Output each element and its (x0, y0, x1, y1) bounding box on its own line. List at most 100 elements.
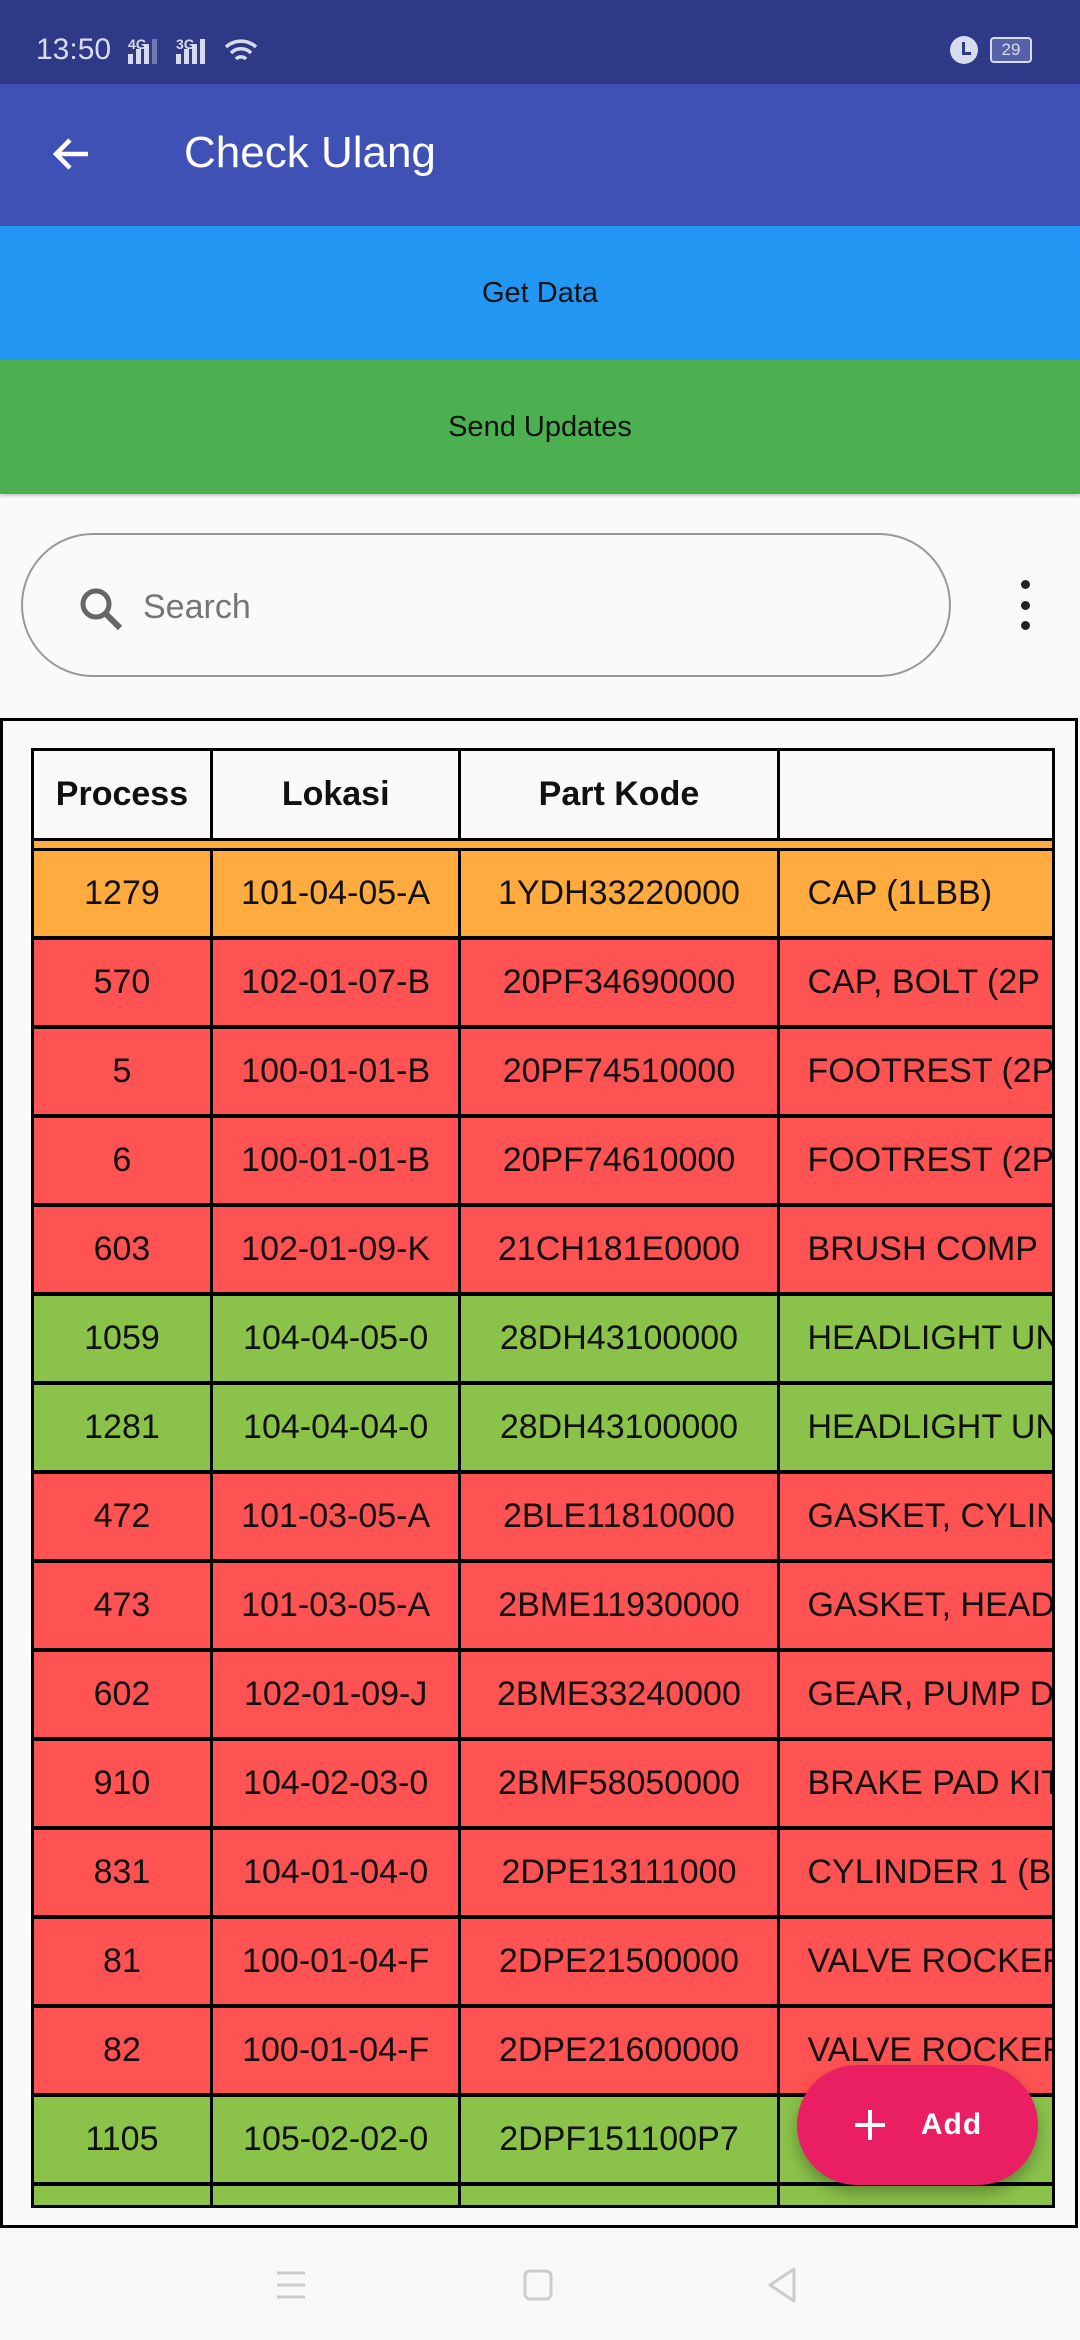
table-row[interactable]: 472 101-03-05-A 2BLE11810000 GASKET, CYLIN (34, 1474, 1052, 1563)
search-field[interactable] (21, 533, 951, 677)
alarm-icon (950, 36, 978, 64)
cell-part-kode: 2BLE11810000 (461, 1474, 780, 1559)
cell-description: BRUSH COMP (807, 1230, 1038, 1268)
cell-process: 5 (34, 1029, 213, 1114)
table-row[interactable]: 473 101-03-05-A 2BME11930000 GASKET, HEAD (34, 1563, 1052, 1652)
battery-icon: 29 (990, 37, 1032, 63)
cell-process: 81 (34, 1919, 213, 2004)
cell-process (34, 2186, 213, 2205)
table-row[interactable]: 831 104-01-04-0 2DPE13111000 CYLINDER 1 (B (34, 1830, 1052, 1919)
cell-process: 602 (34, 1652, 213, 1737)
cell-process: 1279 (34, 851, 213, 936)
system-nav-bar (0, 2228, 1080, 2340)
cell-lokasi: 105-02-02-0 (213, 2097, 462, 2182)
clock: 13:50 (36, 33, 112, 66)
table-container[interactable]: Process Lokasi Part Kode 1279 101-04-05-A… (0, 718, 1078, 2228)
recents-icon[interactable] (274, 2268, 308, 2302)
cell-process: 1059 (34, 1296, 213, 1381)
cell-part-kode: 28DH43100000 (461, 1385, 780, 1470)
cell-description (780, 2186, 1053, 2205)
cell-process: 473 (34, 1563, 213, 1648)
cell-lokasi: 101-03-05-A (213, 1563, 462, 1648)
row-divider (34, 841, 1052, 851)
cell-process: 570 (34, 940, 213, 1025)
cell-process: 910 (34, 1741, 213, 1826)
cell-description: HEADLIGHT UN (807, 1319, 1053, 1357)
table-row[interactable]: 1281 104-04-04-0 28DH43100000 HEADLIGHT UN (34, 1385, 1052, 1474)
cell-lokasi: 100-01-04-F (213, 1919, 462, 2004)
cell-lokasi: 100-01-01-B (213, 1118, 462, 1203)
back-arrow-icon[interactable] (48, 130, 96, 178)
table-row[interactable]: 1059 104-04-05-0 28DH43100000 HEADLIGHT UN (34, 1296, 1052, 1385)
table-row[interactable]: 910 104-02-03-0 2BMF58050000 BRAKE PAD KIT (34, 1741, 1052, 1830)
cell-lokasi: 100-01-01-B (213, 1029, 462, 1114)
signal-icon (128, 38, 157, 64)
home-icon[interactable] (522, 2268, 556, 2302)
cell-description: BRAKE PAD KIT (807, 1764, 1053, 1802)
cell-part-kode: 28DH43100000 (461, 1296, 780, 1381)
table-row[interactable]: 6 100-01-01-B 20PF74610000 FOOTREST (2P (34, 1118, 1052, 1207)
cell-part-kode (461, 2186, 780, 2205)
add-button-label: Add (920, 2108, 983, 2141)
cell-description: CAP, BOLT (2P (807, 963, 1040, 1001)
cell-description: GASKET, HEAD (807, 1586, 1053, 1624)
table-row[interactable]: 603 102-01-09-K 21CH181E0000 BRUSH COMP (34, 1207, 1052, 1296)
cell-part-kode: 1YDH33220000 (461, 851, 780, 936)
cell-process: 1281 (34, 1385, 213, 1470)
header-lokasi[interactable]: Lokasi (213, 751, 462, 838)
cell-part-kode: 20PF74610000 (461, 1118, 780, 1203)
table-row[interactable] (34, 2186, 1053, 2205)
cell-process: 6 (34, 1118, 213, 1203)
cell-part-kode: 20PF74510000 (461, 1029, 780, 1114)
cell-description: GEAR, PUMP D (807, 1675, 1053, 1713)
cell-part-kode: 2DPE21500000 (461, 1919, 780, 2004)
cell-description: VALVE ROCKER (807, 1942, 1053, 1980)
get-data-button[interactable]: Get Data (0, 226, 1080, 360)
table-row[interactable]: 5 100-01-01-B 20PF74510000 FOOTREST (2P (34, 1029, 1052, 1118)
cell-lokasi (213, 2186, 462, 2205)
cell-lokasi: 100-01-04-F (213, 2008, 462, 2093)
cell-lokasi: 101-04-05-A (213, 851, 462, 936)
table-row[interactable]: 570 102-01-07-B 20PF34690000 CAP, BOLT (2P (34, 940, 1052, 1029)
header-process[interactable]: Process (34, 751, 213, 838)
cell-part-kode: 2BME33240000 (461, 1652, 780, 1737)
cell-description: HEADLIGHT UN (807, 1408, 1053, 1446)
cell-description: CAP (1LBB) (807, 874, 993, 912)
cell-lokasi: 102-01-09-J (213, 1652, 462, 1737)
page-title: Check Ulang (184, 128, 436, 177)
cell-lokasi: 102-01-07-B (213, 940, 462, 1025)
table-row[interactable]: 602 102-01-09-J 2BME33240000 GEAR, PUMP D (34, 1652, 1052, 1741)
cell-lokasi: 104-01-04-0 (213, 1830, 462, 1915)
cell-lokasi: 104-04-05-0 (213, 1296, 462, 1381)
search-icon (80, 588, 123, 631)
header-part-kode[interactable]: Part Kode (461, 751, 780, 838)
cell-description: FOOTREST (2P (807, 1052, 1053, 1090)
table-header: Process Lokasi Part Kode (34, 751, 1052, 841)
add-button[interactable]: Add (797, 2065, 1038, 2185)
cell-part-kode: 21CH181E0000 (461, 1207, 780, 1292)
search-input[interactable] (143, 575, 903, 639)
table-row[interactable]: 81 100-01-04-F 2DPE21500000 VALVE ROCKER (34, 1919, 1052, 2008)
cell-part-kode: 20PF34690000 (461, 940, 780, 1025)
cell-part-kode: 2DPF151100P7 (461, 2097, 780, 2182)
status-bar: 13:50 4G 3G 29 (0, 0, 1080, 84)
plus-icon (854, 2110, 885, 2140)
cell-process: 831 (34, 1830, 213, 1915)
cell-lokasi: 102-01-09-K (213, 1207, 462, 1292)
cell-lokasi: 104-04-04-0 (213, 1385, 462, 1470)
cell-part-kode: 2BMF58050000 (461, 1741, 780, 1826)
cell-process: 82 (34, 2008, 213, 2093)
data-table: Process Lokasi Part Kode 1279 101-04-05-A… (31, 748, 1055, 2208)
table-row[interactable]: 1279 101-04-05-A 1YDH33220000 CAP (1LBB) (34, 851, 1052, 940)
cell-process: 1105 (34, 2097, 213, 2182)
signal-icon (176, 38, 205, 64)
send-updates-button[interactable]: Send Updates (0, 360, 1080, 494)
cell-part-kode: 2DPE13111000 (461, 1830, 780, 1915)
cell-description: GASKET, CYLIN (807, 1497, 1053, 1535)
cell-process: 472 (34, 1474, 213, 1559)
more-options-icon[interactable] (1010, 580, 1040, 630)
cell-process: 603 (34, 1207, 213, 1292)
header-description[interactable] (780, 751, 1053, 838)
cell-description: CYLINDER 1 (B (807, 1853, 1052, 1891)
back-nav-icon[interactable] (766, 2266, 800, 2304)
